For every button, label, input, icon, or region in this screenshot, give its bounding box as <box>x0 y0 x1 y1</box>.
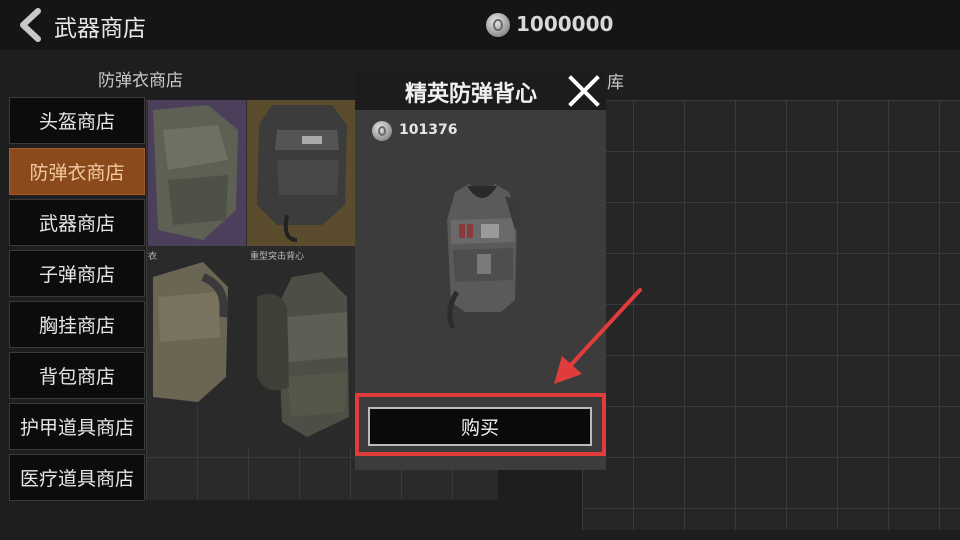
shop-item-1[interactable] <box>148 100 246 246</box>
sidebar-item-helmet-shop[interactable]: 头盔商店 <box>9 97 145 144</box>
sidebar-item-medical-shop[interactable]: 医疗道具商店 <box>9 454 145 501</box>
shop-section-title: 防弹衣商店 <box>98 71 183 91</box>
purchase-dialog: 精英防弹背心 101376 购买 <box>355 70 606 470</box>
shop-item-2[interactable] <box>247 100 355 246</box>
vest-image <box>153 105 238 240</box>
top-bar: 武器商店 1000000 <box>0 0 960 50</box>
vest-image <box>153 262 228 402</box>
item-name-label: 重型突击背心 <box>250 252 305 262</box>
shop-item-4[interactable]: 重型突击背心 <box>247 247 355 447</box>
vest-image <box>257 272 349 437</box>
sidebar-item-armor-shop[interactable]: 防弹衣商店 <box>9 148 145 195</box>
item-name-label: 衣 <box>148 252 158 262</box>
dialog-header: 精英防弹背心 <box>355 70 606 110</box>
shop-item-3[interactable]: 衣 <box>148 247 246 407</box>
money-balance: 1000000 <box>516 12 614 36</box>
item-price: 101376 <box>399 122 458 138</box>
coin-icon <box>372 121 392 141</box>
sidebar-item-ammo-shop[interactable]: 子弹商店 <box>9 250 145 297</box>
buy-button[interactable]: 购买 <box>368 407 592 446</box>
sidebar-item-armor-tools-shop[interactable]: 护甲道具商店 <box>9 403 145 450</box>
coin-icon <box>486 13 510 37</box>
sidebar-item-weapon-shop[interactable]: 武器商店 <box>9 199 145 246</box>
shop-category-sidebar: 头盔商店 防弹衣商店 武器商店 子弹商店 胸挂商店 背包商店 护甲道具商店 医疗… <box>9 97 149 505</box>
sidebar-item-backpack-shop[interactable]: 背包商店 <box>9 352 145 399</box>
chevron-left-icon[interactable] <box>16 8 44 42</box>
vest-image <box>257 105 347 242</box>
item-title: 精英防弹背心 <box>405 82 538 107</box>
close-icon[interactable] <box>567 74 601 108</box>
sidebar-item-chest-rig-shop[interactable]: 胸挂商店 <box>9 301 145 348</box>
page-title: 武器商店 <box>54 16 146 42</box>
vest-image <box>437 180 527 335</box>
pointer-arrow <box>540 284 650 394</box>
